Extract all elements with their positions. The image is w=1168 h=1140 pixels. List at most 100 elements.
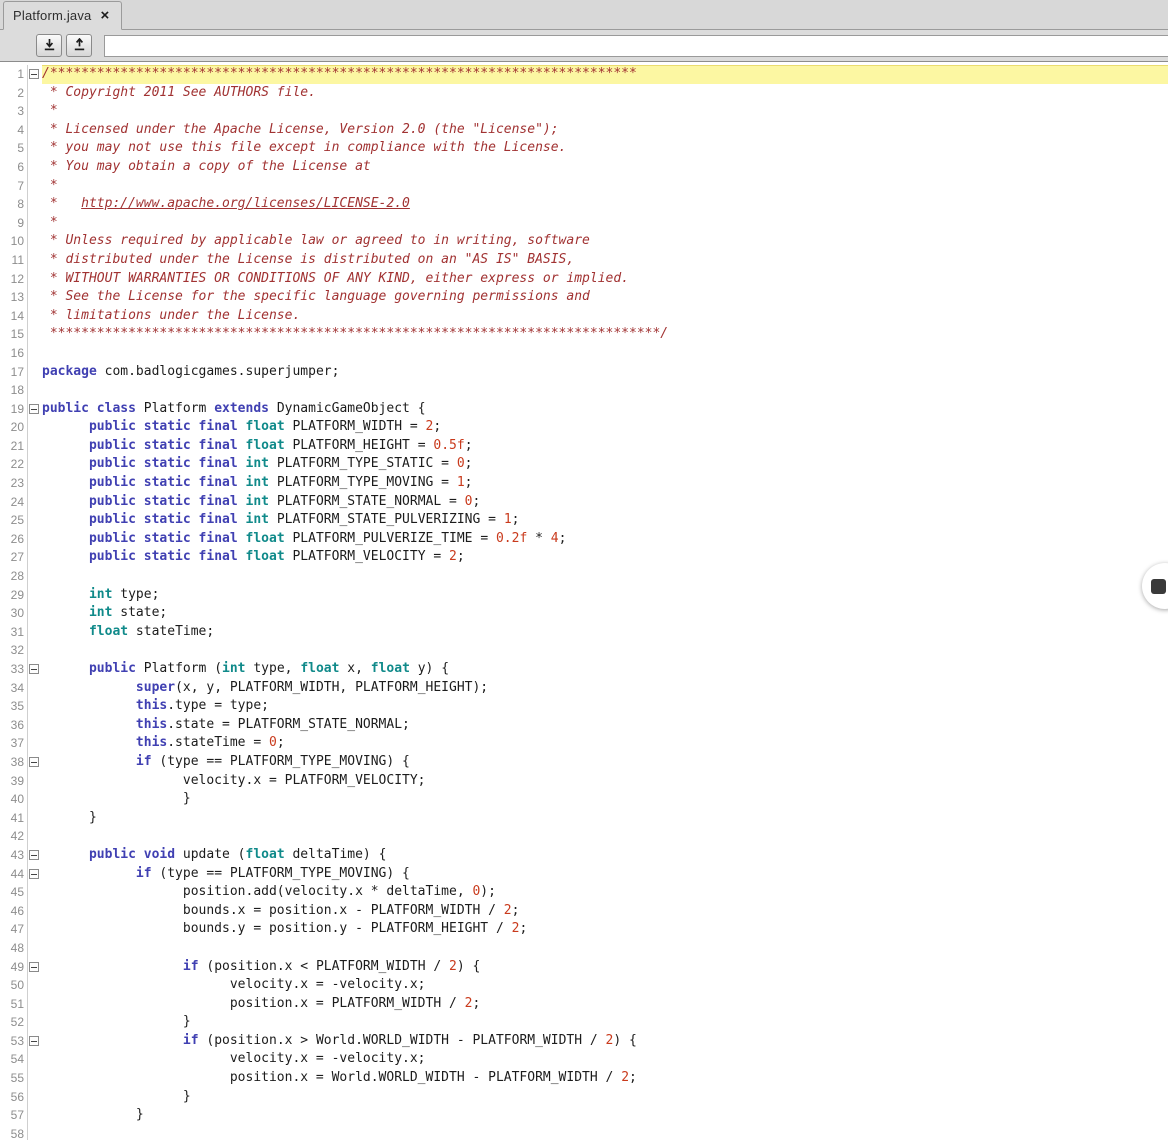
fold-spacer [28, 177, 42, 196]
code-line[interactable]: 37 this.stateTime = 0; [0, 734, 1168, 753]
code-line[interactable]: 51 position.x = PLATFORM_WIDTH / 2; [0, 995, 1168, 1014]
line-number: 13 [0, 288, 28, 307]
code-line[interactable]: 32 [0, 641, 1168, 660]
code-text: public static final int PLATFORM_TYPE_ST… [42, 455, 1168, 474]
code-line[interactable]: 20 public static final float PLATFORM_WI… [0, 418, 1168, 437]
code-line[interactable]: 34 super(x, y, PLATFORM_WIDTH, PLATFORM_… [0, 679, 1168, 698]
fold-toggle-icon[interactable] [28, 1032, 42, 1051]
tab-platform-java[interactable]: Platform.java × [3, 1, 122, 30]
code-line[interactable]: 8 * http://www.apache.org/licenses/LICEN… [0, 195, 1168, 214]
code-line[interactable]: 29 int type; [0, 586, 1168, 605]
line-number: 39 [0, 772, 28, 791]
code-line[interactable]: 50 velocity.x = -velocity.x; [0, 976, 1168, 995]
fold-toggle-icon[interactable] [28, 865, 42, 884]
code-line[interactable]: 10 * Unless required by applicable law o… [0, 232, 1168, 251]
code-line[interactable]: 36 this.state = PLATFORM_STATE_NORMAL; [0, 716, 1168, 735]
code-line[interactable]: 41 } [0, 809, 1168, 828]
line-number: 30 [0, 604, 28, 623]
code-editor[interactable]: 1/**************************************… [0, 62, 1168, 1140]
code-line[interactable]: 56 } [0, 1088, 1168, 1107]
code-line[interactable]: 17package com.badlogicgames.superjumper; [0, 363, 1168, 382]
fold-toggle-icon[interactable] [28, 65, 42, 84]
code-line[interactable]: 31 float stateTime; [0, 623, 1168, 642]
download-button[interactable] [36, 34, 62, 57]
line-number: 52 [0, 1013, 28, 1032]
code-line[interactable]: 30 int state; [0, 604, 1168, 623]
tab-label: Platform.java [13, 8, 91, 23]
code-line[interactable]: 12 * WITHOUT WARRANTIES OR CONDITIONS OF… [0, 270, 1168, 289]
line-number: 16 [0, 344, 28, 363]
fold-spacer [28, 121, 42, 140]
fold-toggle-icon[interactable] [28, 846, 42, 865]
code-line[interactable]: 16 [0, 344, 1168, 363]
code-line[interactable]: 28 [0, 567, 1168, 586]
line-number: 57 [0, 1106, 28, 1125]
code-line[interactable]: 9 * [0, 214, 1168, 233]
code-line[interactable]: 18 [0, 381, 1168, 400]
code-text: public class Platform extends DynamicGam… [42, 400, 1168, 419]
code-line[interactable]: 38 if (type == PLATFORM_TYPE_MOVING) { [0, 753, 1168, 772]
code-line[interactable]: 47 bounds.y = position.y - PLATFORM_HEIG… [0, 920, 1168, 939]
code-line[interactable]: 6 * You may obtain a copy of the License… [0, 158, 1168, 177]
code-line[interactable]: 23 public static final int PLATFORM_TYPE… [0, 474, 1168, 493]
fold-spacer [28, 418, 42, 437]
fold-spacer [28, 827, 42, 846]
code-text: super(x, y, PLATFORM_WIDTH, PLATFORM_HEI… [42, 679, 1168, 698]
code-line[interactable]: 22 public static final int PLATFORM_TYPE… [0, 455, 1168, 474]
code-line[interactable]: 7 * [0, 177, 1168, 196]
line-number: 49 [0, 958, 28, 977]
fold-toggle-icon[interactable] [28, 400, 42, 419]
code-line[interactable]: 13 * See the License for the specific la… [0, 288, 1168, 307]
fold-toggle-icon[interactable] [28, 660, 42, 679]
code-line[interactable]: 1/**************************************… [0, 65, 1168, 84]
code-line[interactable]: 2 * Copyright 2011 See AUTHORS file. [0, 84, 1168, 103]
code-line[interactable]: 11 * distributed under the License is di… [0, 251, 1168, 270]
code-line[interactable]: 15 *************************************… [0, 325, 1168, 344]
code-line[interactable]: 45 position.add(velocity.x * deltaTime, … [0, 883, 1168, 902]
code-line[interactable]: 48 [0, 939, 1168, 958]
toolbar-field[interactable] [104, 35, 1168, 57]
line-number: 24 [0, 493, 28, 512]
code-line[interactable]: 40 } [0, 790, 1168, 809]
line-number: 56 [0, 1088, 28, 1107]
code-line[interactable]: 54 velocity.x = -velocity.x; [0, 1050, 1168, 1069]
code-line[interactable]: 27 public static final float PLATFORM_VE… [0, 548, 1168, 567]
code-line[interactable]: 49 if (position.x < PLATFORM_WIDTH / 2) … [0, 958, 1168, 977]
code-line[interactable]: 26 public static final float PLATFORM_PU… [0, 530, 1168, 549]
line-number: 37 [0, 734, 28, 753]
code-line[interactable]: 57 } [0, 1106, 1168, 1125]
line-number: 43 [0, 846, 28, 865]
code-line[interactable]: 53 if (position.x > World.WORLD_WIDTH - … [0, 1032, 1168, 1051]
line-number: 50 [0, 976, 28, 995]
code-line[interactable]: 19public class Platform extends DynamicG… [0, 400, 1168, 419]
code-line[interactable]: 46 bounds.x = position.x - PLATFORM_WIDT… [0, 902, 1168, 921]
code-text: * See the License for the specific langu… [42, 288, 1168, 307]
code-line[interactable]: 42 [0, 827, 1168, 846]
code-line[interactable]: 14 * limitations under the License. [0, 307, 1168, 326]
code-line[interactable]: 25 public static final int PLATFORM_STAT… [0, 511, 1168, 530]
upload-button[interactable] [66, 34, 92, 57]
code-line[interactable]: 24 public static final int PLATFORM_STAT… [0, 493, 1168, 512]
code-line[interactable]: 33 public Platform (int type, float x, f… [0, 660, 1168, 679]
code-text [42, 939, 1168, 958]
code-line[interactable]: 58 [0, 1125, 1168, 1140]
code-line[interactable]: 35 this.type = type; [0, 697, 1168, 716]
code-line[interactable]: 5 * you may not use this file except in … [0, 139, 1168, 158]
tab-close-icon[interactable]: × [100, 8, 109, 23]
fold-toggle-icon[interactable] [28, 753, 42, 772]
code-line[interactable]: 39 velocity.x = PLATFORM_VELOCITY; [0, 772, 1168, 791]
code-line[interactable]: 52 } [0, 1013, 1168, 1032]
code-line[interactable]: 21 public static final float PLATFORM_HE… [0, 437, 1168, 456]
code-line[interactable]: 55 position.x = World.WORLD_WIDTH - PLAT… [0, 1069, 1168, 1088]
fold-spacer [28, 455, 42, 474]
fold-spacer [28, 1088, 42, 1107]
line-number: 38 [0, 753, 28, 772]
line-number: 47 [0, 920, 28, 939]
code-line[interactable]: 3 * [0, 102, 1168, 121]
fold-toggle-icon[interactable] [28, 958, 42, 977]
line-number: 36 [0, 716, 28, 735]
code-line[interactable]: 4 * Licensed under the Apache License, V… [0, 121, 1168, 140]
code-text: } [42, 1106, 1168, 1125]
code-line[interactable]: 43 public void update (float deltaTime) … [0, 846, 1168, 865]
code-line[interactable]: 44 if (type == PLATFORM_TYPE_MOVING) { [0, 865, 1168, 884]
